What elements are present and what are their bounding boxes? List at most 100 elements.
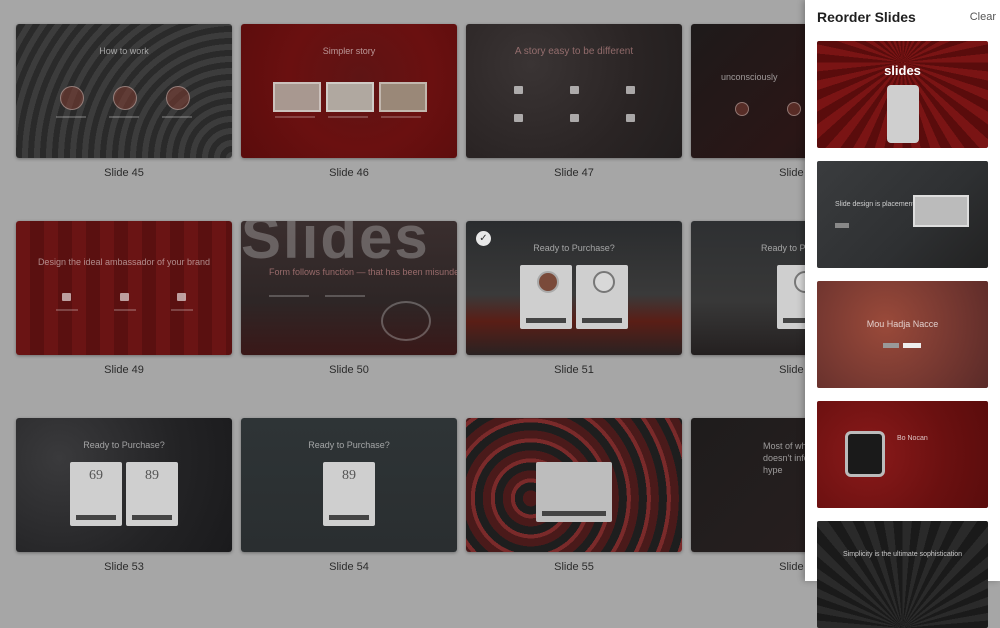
slide-label: Slide 51 [554,364,594,376]
slide-card[interactable]: Simpler story Slide 46 [241,24,457,179]
slide-label: Slide 49 [104,364,144,376]
reorder-slide-thumb[interactable]: Slide design is placement [817,161,988,268]
thumb-button [883,343,899,348]
slide-thumbnail[interactable]: ✓ Ready to Purchase? [466,221,682,355]
reorder-slides-panel: Reorder Slides Clear slides Slide design… [805,0,1000,628]
plan-icon [593,271,615,293]
slide-card[interactable]: Slides Form follows function — that has … [241,221,457,376]
slide-card[interactable]: ✓ Ready to Purchase? Slide 51 [466,221,682,376]
contact-icon [113,86,137,110]
reorder-slide-thumb[interactable]: slides [817,41,988,148]
thumb-caption: Simplicity is the ultimate sophisticatio… [842,551,963,558]
plan-icon [537,271,559,293]
feature-icon [787,102,801,116]
pricing-card [536,462,612,522]
pricing-card: 69 [70,462,122,526]
clear-button[interactable]: Clear [970,11,996,23]
feature-icon [735,102,749,116]
drop-icon [60,86,84,110]
pricing-card [576,265,628,329]
slide-thumbnail[interactable]: Ready to Purchase? 69 89 [16,418,232,552]
thumb-title: Form follows function — that has been mi… [269,267,457,277]
thumb-title: Ready to Purchase? [83,440,165,450]
pricing-card: 89 [323,462,375,526]
panel-title: Reorder Slides [817,9,916,25]
thumb-title: Ready to Purchase? [533,243,615,253]
thumb-photo [273,82,321,112]
buy-button [526,318,566,323]
price-value: 89 [145,468,159,483]
thumb-caption: slides [884,63,921,78]
thumb-photo [379,82,427,112]
reorder-slide-thumb[interactable]: Mou Hadja Nacce [817,281,988,388]
reorder-slide-thumb[interactable]: Simplicity is the ultimate sophisticatio… [817,521,988,628]
bicycle-image [381,301,431,341]
slide-thumbnail[interactable]: Simpler story [241,24,457,158]
contact-icon [120,293,129,301]
slide-thumbnail[interactable]: Design the ideal ambassador of your bran… [16,221,232,355]
thumb-title: Ready to Purchase? [308,440,390,450]
slide-label: Slide 54 [329,561,369,573]
reorder-slide-thumb[interactable]: Bo Nocan [817,401,988,508]
slide-thumbnail[interactable]: How to work [16,24,232,158]
chat-icon [62,293,71,301]
slide-grid: How to work Slide 45 Simpler story Slide… [0,0,907,581]
text-line [56,309,78,311]
feature-icon [514,114,523,122]
thumb-big-text: Slides [241,221,430,271]
thumb-photo [913,195,969,227]
price-value: 69 [89,468,103,483]
slide-thumbnail[interactable]: A story easy to be different [466,24,682,158]
watch-image [845,431,885,477]
pricing-card: 89 [126,462,178,526]
slide-thumbnail[interactable] [466,418,682,552]
text-line [114,309,136,311]
buy-button [132,515,172,520]
text-line [109,116,139,118]
slide-label: Slide 50 [329,364,369,376]
thumb-caption: Slide design is placement [835,201,915,208]
buy-button [329,515,369,520]
text-line [325,295,365,297]
buy-button [582,318,622,323]
thumb-caption: Mou Hadja Nacce [866,319,939,329]
feature-icon [570,86,579,94]
text-line [381,116,421,118]
globe-icon [166,86,190,110]
feature-icon [514,86,523,94]
price-value: 89 [342,468,356,483]
slide-thumbnail[interactable]: Slides Form follows function — that has … [241,221,457,355]
text-line [275,116,315,118]
slide-card[interactable]: A story easy to be different Slide 47 [466,24,682,179]
text-line [328,116,368,118]
feature-icon [626,86,635,94]
buy-button [542,511,606,516]
thumb-button [835,223,849,228]
thumb-photo [326,82,374,112]
slide-card[interactable]: How to work Slide 45 [16,24,232,179]
text-line [269,295,309,297]
slide-card[interactable]: Design the ideal ambassador of your bran… [16,221,232,376]
slide-label: Slide 45 [104,167,144,179]
slide-card[interactable]: Slide 55 [466,418,682,573]
slide-thumbnail[interactable]: Ready to Purchase? 89 [241,418,457,552]
panel-header: Reorder Slides Clear [805,0,1000,34]
feature-icon [570,114,579,122]
thumb-title: How to work [99,46,149,56]
thumb-title: Simpler story [322,46,376,56]
thumb-title: A story easy to be different [514,46,634,57]
text-line [171,309,193,311]
navigation-icon [177,293,186,301]
slide-card[interactable]: Ready to Purchase? 69 89 Slide 53 [16,418,232,573]
text-line [162,116,192,118]
thumb-button [903,343,921,348]
buy-button [76,515,116,520]
slide-label: Slide 47 [554,167,594,179]
thumb-caption: Bo Nocan [897,435,928,442]
slide-label: Slide 46 [329,167,369,179]
phone-image [887,85,919,143]
slide-label: Slide 55 [554,561,594,573]
slide-card[interactable]: Ready to Purchase? 89 Slide 54 [241,418,457,573]
feature-icon [626,114,635,122]
pricing-card [520,265,572,329]
